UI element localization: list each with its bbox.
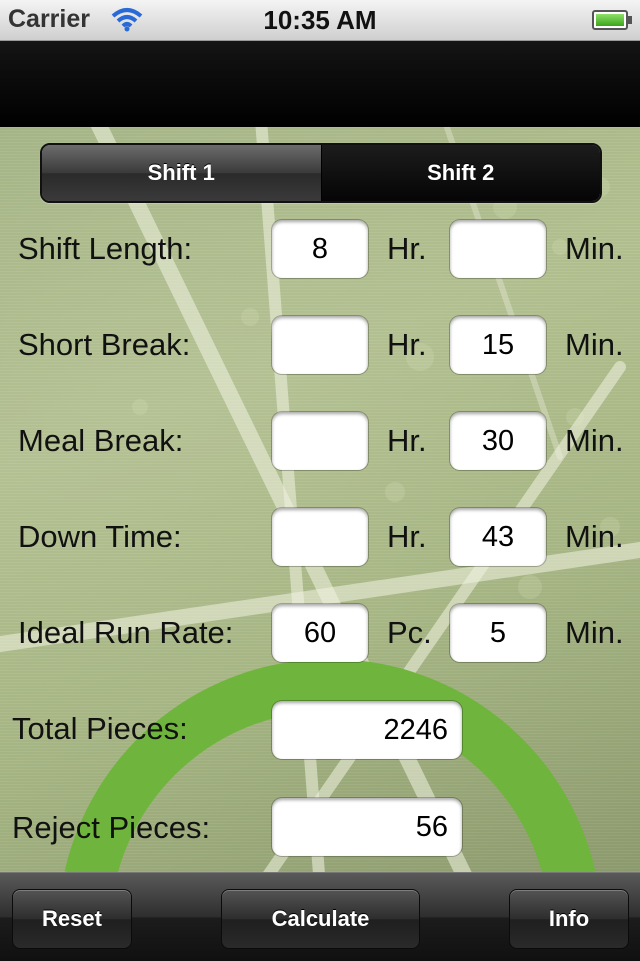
bottom-toolbar: Reset Calculate Info (0, 872, 640, 961)
calculate-button[interactable]: Calculate (221, 889, 420, 949)
minutes-unit-label: Min. (565, 327, 624, 362)
status-bar: Carrier 10:35 AM (0, 0, 640, 41)
navigation-bar (0, 41, 640, 127)
short-break-minutes-field[interactable]: 15 (450, 316, 546, 374)
reject-pieces-field[interactable]: 56 (272, 798, 462, 856)
down-time-label: Down Time: (18, 519, 182, 554)
minutes-unit-label: Min. (565, 231, 624, 266)
shift-segmented-control: Shift 1 Shift 2 (40, 143, 602, 203)
reset-button[interactable]: Reset (12, 889, 132, 949)
meal-break-label: Meal Break: (18, 423, 184, 458)
minutes-unit-label: Min. (565, 615, 624, 650)
minutes-unit-label: Min. (565, 519, 624, 554)
hours-unit-label: Hr. (387, 519, 427, 554)
down-time-minutes-field[interactable]: 43 (450, 508, 546, 566)
meal-break-minutes-field[interactable]: 30 (450, 412, 546, 470)
hours-unit-label: Hr. (387, 423, 427, 458)
main-content: Shift 1 Shift 2 Shift Length: 8 Hr. Min.… (0, 127, 640, 872)
short-break-hours-field[interactable] (272, 316, 368, 374)
shift-length-hours-field[interactable]: 8 (272, 220, 368, 278)
ideal-run-rate-label: Ideal Run Rate: (18, 615, 234, 650)
down-time-hours-field[interactable] (272, 508, 368, 566)
ideal-run-rate-minutes-field[interactable]: 5 (450, 604, 546, 662)
info-button[interactable]: Info (509, 889, 629, 949)
reject-pieces-label: Reject Pieces: (12, 810, 211, 845)
total-pieces-label: Total Pieces: (12, 711, 188, 746)
hours-unit-label: Hr. (387, 231, 427, 266)
ideal-run-rate-pieces-field[interactable]: 60 (272, 604, 368, 662)
shift-length-label: Shift Length: (18, 231, 193, 266)
short-break-label: Short Break: (18, 327, 191, 362)
minutes-unit-label: Min. (565, 423, 624, 458)
tab-shift-2[interactable]: Shift 2 (320, 145, 600, 201)
total-pieces-field[interactable]: 2246 (272, 701, 462, 759)
shift-length-minutes-field[interactable] (450, 220, 546, 278)
pieces-unit-label: Pc. (387, 615, 432, 650)
tab-shift-1[interactable]: Shift 1 (42, 145, 321, 201)
hours-unit-label: Hr. (387, 327, 427, 362)
clock: 10:35 AM (263, 5, 377, 35)
meal-break-hours-field[interactable] (272, 412, 368, 470)
battery-icon (592, 10, 632, 30)
